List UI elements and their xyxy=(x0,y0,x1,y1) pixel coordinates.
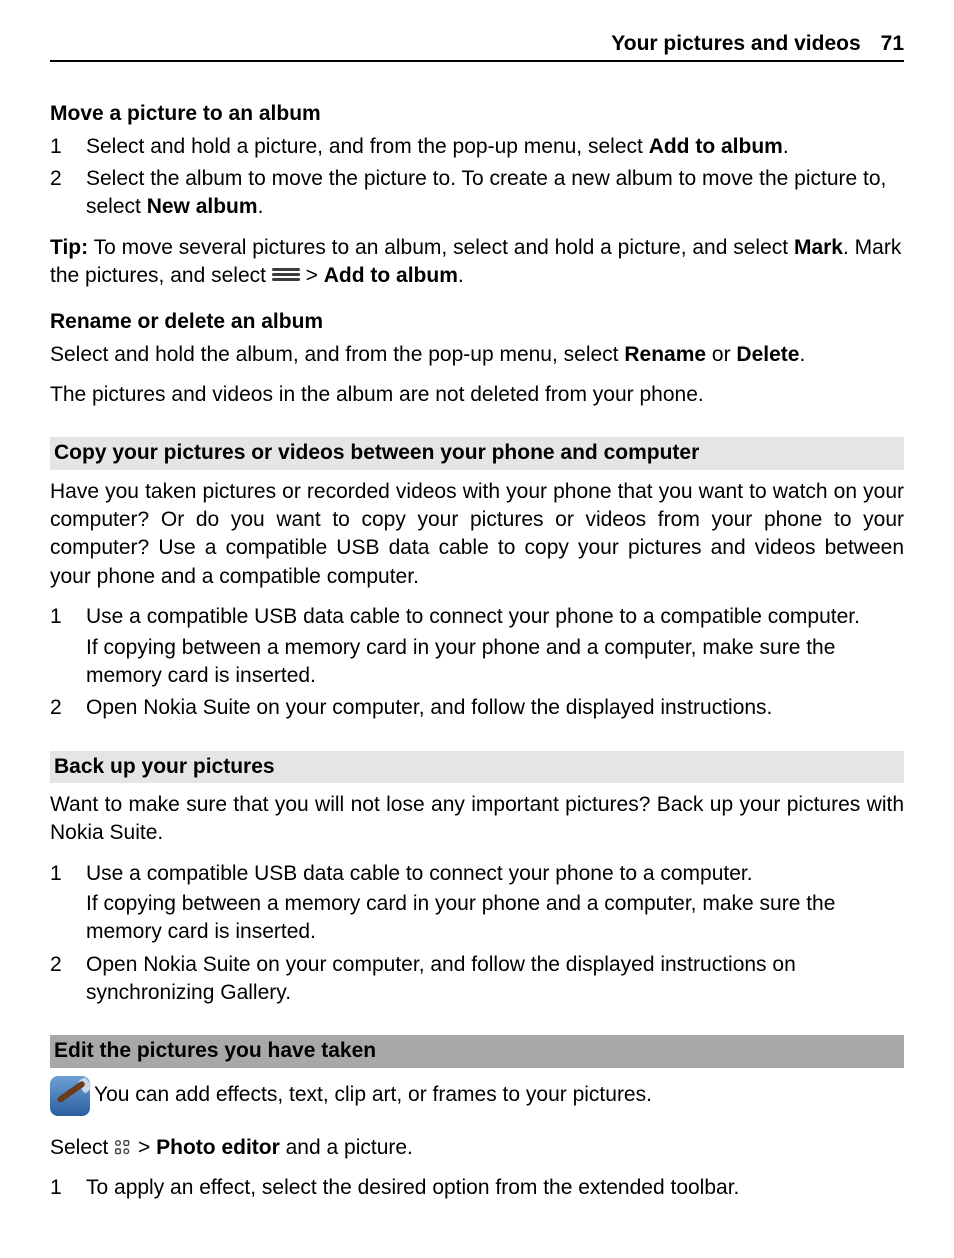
bold-text: Rename xyxy=(624,343,706,366)
step-text: Open Nokia Suite on your computer, and f… xyxy=(86,951,904,1008)
text: > xyxy=(300,264,324,287)
step-number: 2 xyxy=(50,951,86,1008)
text: . xyxy=(458,264,464,287)
step-number: 1 xyxy=(50,860,86,947)
header-section-title: Your pictures and videos xyxy=(611,30,860,58)
text: To move several pictures to an album, se… xyxy=(88,236,794,259)
list-item: 1 Use a compatible USB data cable to con… xyxy=(50,603,904,690)
text: or xyxy=(706,343,736,366)
step-number: 1 xyxy=(50,133,86,161)
step-subtext: If copying between a memory card in your… xyxy=(86,634,904,691)
apps-grid-icon xyxy=(114,1137,132,1155)
step-number: 1 xyxy=(50,603,86,690)
heading-copy-pictures: Copy your pictures or videos between you… xyxy=(50,437,904,469)
list-item: 2 Open Nokia Suite on your computer, and… xyxy=(50,694,904,722)
tip-label: Tip: xyxy=(50,236,88,259)
text: > xyxy=(132,1136,156,1159)
heading-rename-delete: Rename or delete an album xyxy=(50,308,904,336)
paragraph: Select and hold the album, and from the … xyxy=(50,341,904,369)
text: Use a compatible USB data cable to conne… xyxy=(86,605,860,628)
step-number: 2 xyxy=(50,165,86,222)
photo-editor-icon xyxy=(50,1076,90,1116)
heading-edit-pictures: Edit the pictures you have taken xyxy=(50,1035,904,1067)
step-text: Select and hold a picture, and from the … xyxy=(86,133,904,161)
copy-steps: 1 Use a compatible USB data cable to con… xyxy=(50,603,904,722)
text: . xyxy=(783,135,789,158)
list-item: 2 Open Nokia Suite on your computer, and… xyxy=(50,951,904,1008)
edit-intro-row: You can add effects, text, clip art, or … xyxy=(50,1076,904,1116)
text: Select xyxy=(50,1136,114,1159)
step-text: Open Nokia Suite on your computer, and f… xyxy=(86,694,904,722)
list-item: 2 Select the album to move the picture t… xyxy=(50,165,904,222)
text: Select and hold a picture, and from the … xyxy=(86,135,649,158)
bold-text: Delete xyxy=(736,343,799,366)
page-number: 71 xyxy=(881,30,904,58)
backup-steps: 1 Use a compatible USB data cable to con… xyxy=(50,860,904,1008)
paragraph: Have you taken pictures or recorded vide… xyxy=(50,478,904,591)
step-number: 1 xyxy=(50,1174,86,1202)
text: Use a compatible USB data cable to conne… xyxy=(86,862,753,885)
step-text: Select the album to move the picture to.… xyxy=(86,165,904,222)
paragraph: The pictures and videos in the album are… xyxy=(50,381,904,409)
bold-text: Add to album xyxy=(649,135,783,158)
bold-text: Mark xyxy=(794,236,843,259)
step-text: Use a compatible USB data cable to conne… xyxy=(86,603,904,690)
page: Your pictures and videos 71 Move a pictu… xyxy=(0,0,954,1258)
tip-paragraph: Tip: To move several pictures to an albu… xyxy=(50,234,904,291)
heading-move-picture: Move a picture to an album xyxy=(50,100,904,128)
bold-text: New album xyxy=(147,195,258,218)
paragraph: Want to make sure that you will not lose… xyxy=(50,791,904,848)
step-subtext: If copying between a memory card in your… xyxy=(86,890,904,947)
list-item: 1 Use a compatible USB data cable to con… xyxy=(50,860,904,947)
list-item: 1 Select and hold a picture, and from th… xyxy=(50,133,904,161)
paragraph: Select > Photo editor and a picture. xyxy=(50,1134,904,1162)
page-header: Your pictures and videos 71 xyxy=(50,30,904,62)
text: . xyxy=(799,343,805,366)
text: and a picture. xyxy=(280,1136,413,1159)
bold-text: Add to album xyxy=(324,264,458,287)
edit-steps: 1 To apply an effect, select the desired… xyxy=(50,1174,904,1202)
step-text: To apply an effect, select the desired o… xyxy=(86,1174,904,1202)
text: . xyxy=(258,195,264,218)
menu-icon xyxy=(272,266,300,284)
list-item: 1 To apply an effect, select the desired… xyxy=(50,1174,904,1202)
step-text: Use a compatible USB data cable to conne… xyxy=(86,860,904,947)
paragraph: You can add effects, text, clip art, or … xyxy=(94,1081,652,1109)
heading-backup-pictures: Back up your pictures xyxy=(50,751,904,783)
bold-text: Photo editor xyxy=(156,1136,280,1159)
step-number: 2 xyxy=(50,694,86,722)
text: Select and hold the album, and from the … xyxy=(50,343,624,366)
move-picture-steps: 1 Select and hold a picture, and from th… xyxy=(50,133,904,222)
